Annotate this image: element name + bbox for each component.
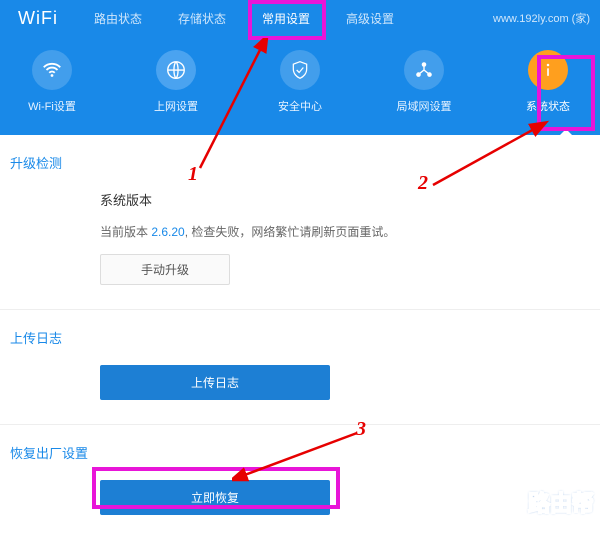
wifi-icon [32, 50, 72, 90]
icon-wifi-settings[interactable]: Wi-Fi设置 [12, 50, 92, 114]
icon-internet-settings[interactable]: 上网设置 [136, 50, 216, 114]
upload-log-button[interactable]: 上传日志 [100, 365, 330, 400]
section-upload-log: 上传日志 上传日志 [0, 310, 600, 425]
icon-label: 系统状态 [526, 98, 570, 114]
section-title: 升级检测 [10, 153, 590, 172]
info-icon [528, 50, 568, 90]
nav-advanced-settings[interactable]: 高级设置 [328, 2, 412, 35]
nav-router-status[interactable]: 路由状态 [76, 2, 160, 35]
section-factory-reset: 恢复出厂设置 立即恢复 [0, 425, 600, 539]
nav-storage-status[interactable]: 存储状态 [160, 2, 244, 35]
annotation-number-2: 2 [418, 172, 428, 195]
version-prefix: 当前版本 [100, 225, 151, 239]
topbar: WiFi 路由状态 存储状态 常用设置 高级设置 www.192ly.com (… [0, 0, 600, 36]
section-upgrade: 升级检测 系统版本 当前版本 2.6.20, 检查失败，网络繁忙请刷新页面重试。… [0, 135, 600, 310]
header: WiFi 路由状态 存储状态 常用设置 高级设置 www.192ly.com (… [0, 0, 600, 135]
section-title: 上传日志 [10, 328, 590, 347]
logo: WiFi [18, 8, 58, 29]
nav-common-settings[interactable]: 常用设置 [244, 2, 328, 35]
icon-label: 上网设置 [154, 98, 198, 114]
manual-upgrade-button[interactable]: 手动升级 [100, 254, 230, 285]
globe-icon [156, 50, 196, 90]
active-pointer [560, 129, 572, 135]
watermark: 路由帮 [528, 486, 594, 518]
icon-lan-settings[interactable]: 局域网设置 [384, 50, 464, 114]
content: 升级检测 系统版本 当前版本 2.6.20, 检查失败，网络繁忙请刷新页面重试。… [0, 135, 600, 539]
annotation-number-3: 3 [356, 418, 366, 441]
site-info: www.192ly.com (家) [493, 10, 590, 26]
icon-row: Wi-Fi设置 上网设置 安全中心 局域网设置 系统状态 [0, 36, 600, 114]
topnav: 路由状态 存储状态 常用设置 高级设置 [76, 2, 412, 35]
icon-system-status[interactable]: 系统状态 [508, 50, 588, 114]
section-title: 恢复出厂设置 [10, 443, 590, 462]
shield-icon [280, 50, 320, 90]
icon-security-center[interactable]: 安全中心 [260, 50, 340, 114]
version-number: 2.6.20 [151, 225, 184, 239]
icon-label: 安全中心 [278, 98, 322, 114]
network-icon [404, 50, 444, 90]
annotation-number-1: 1 [188, 163, 198, 186]
factory-reset-button[interactable]: 立即恢复 [100, 480, 330, 515]
icon-label: 局域网设置 [397, 98, 452, 114]
system-version-line: 当前版本 2.6.20, 检查失败，网络繁忙请刷新页面重试。 [100, 223, 590, 240]
system-version-title: 系统版本 [100, 190, 590, 209]
icon-label: Wi-Fi设置 [28, 98, 76, 114]
version-suffix: , 检查失败，网络繁忙请刷新页面重试。 [185, 225, 396, 239]
